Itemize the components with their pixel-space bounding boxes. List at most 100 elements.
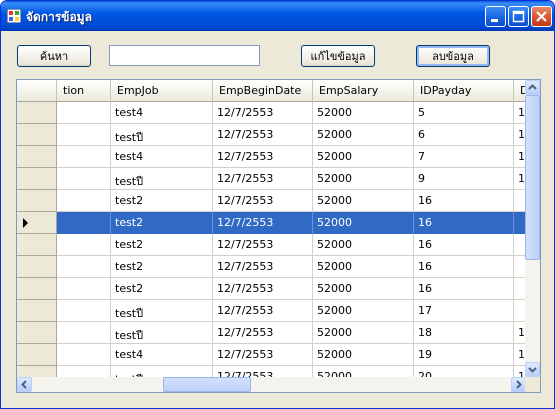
- close-button[interactable]: [531, 6, 552, 27]
- table-row[interactable]: testปี 12/7/2553 52000 6 1: [17, 124, 534, 146]
- table-cell[interactable]: test2: [111, 190, 213, 212]
- row-header[interactable]: [17, 278, 57, 300]
- table-cell[interactable]: 9: [414, 168, 514, 190]
- table-row[interactable]: test2 12/7/2553 52000 16: [17, 278, 534, 300]
- table-cell[interactable]: 18: [414, 322, 514, 344]
- scroll-up-button[interactable]: [525, 80, 540, 95]
- table-cell[interactable]: 16: [414, 278, 514, 300]
- column-header[interactable]: IDPayday: [414, 80, 514, 102]
- table-cell[interactable]: 12/7/2553: [213, 168, 313, 190]
- table-cell[interactable]: 52000: [313, 102, 414, 124]
- table-cell[interactable]: 16: [414, 190, 514, 212]
- scroll-down-button[interactable]: [525, 362, 540, 377]
- table-cell[interactable]: test4: [111, 146, 213, 168]
- table-cell[interactable]: [57, 234, 111, 256]
- table-cell[interactable]: testปี: [111, 322, 213, 344]
- table-cell[interactable]: [57, 278, 111, 300]
- table-cell[interactable]: 52000: [313, 212, 414, 234]
- column-header[interactable]: EmpJob: [111, 80, 213, 102]
- table-cell[interactable]: 52000: [313, 256, 414, 278]
- table-cell[interactable]: test4: [111, 102, 213, 124]
- table-row[interactable]: test2 12/7/2553 52000 16: [17, 212, 534, 234]
- table-cell[interactable]: 12/7/2553: [213, 212, 313, 234]
- column-header[interactable]: EmpSalary: [313, 80, 414, 102]
- table-cell[interactable]: 52000: [313, 168, 414, 190]
- table-row[interactable]: testปี 12/7/2553 52000 9 1: [17, 168, 534, 190]
- table-cell[interactable]: 52000: [313, 322, 414, 344]
- table-row[interactable]: test2 12/7/2553 52000 16: [17, 234, 534, 256]
- edit-button[interactable]: แก้ไขข้อมูล: [301, 45, 375, 67]
- table-cell[interactable]: 52000: [313, 146, 414, 168]
- table-cell[interactable]: 12/7/2553: [213, 300, 313, 322]
- column-header[interactable]: EmpBeginDate: [213, 80, 313, 102]
- minimize-button[interactable]: [485, 6, 506, 27]
- table-cell[interactable]: 52000: [313, 300, 414, 322]
- table-cell[interactable]: 16: [414, 234, 514, 256]
- table-cell[interactable]: test4: [111, 344, 213, 366]
- row-header[interactable]: [17, 190, 57, 212]
- table-cell[interactable]: test2: [111, 278, 213, 300]
- table-cell[interactable]: 16: [414, 212, 514, 234]
- search-input[interactable]: [109, 45, 260, 66]
- table-cell[interactable]: 12/7/2553: [213, 102, 313, 124]
- table-cell[interactable]: 16: [414, 256, 514, 278]
- table-cell[interactable]: [57, 300, 111, 322]
- table-cell[interactable]: 12/7/2553: [213, 234, 313, 256]
- maximize-button[interactable]: [508, 6, 529, 27]
- vertical-scroll-thumb[interactable]: [525, 95, 540, 260]
- row-header[interactable]: [17, 168, 57, 190]
- table-cell[interactable]: 5: [414, 102, 514, 124]
- table-cell[interactable]: [57, 190, 111, 212]
- table-cell[interactable]: 12/7/2553: [213, 190, 313, 212]
- table-cell[interactable]: [57, 322, 111, 344]
- column-header[interactable]: tion: [57, 80, 111, 102]
- table-cell[interactable]: [57, 146, 111, 168]
- table-cell[interactable]: [57, 168, 111, 190]
- table-cell[interactable]: [57, 102, 111, 124]
- table-cell[interactable]: 52000: [313, 278, 414, 300]
- search-button[interactable]: ค้นหา: [17, 45, 91, 67]
- table-cell[interactable]: 52000: [313, 124, 414, 146]
- row-header[interactable]: [17, 322, 57, 344]
- row-header[interactable]: [17, 124, 57, 146]
- data-grid[interactable]: tionEmpJobEmpBeginDateEmpSalaryIDPaydayD…: [16, 79, 541, 393]
- row-header[interactable]: [17, 212, 57, 234]
- scroll-left-button[interactable]: [17, 377, 32, 392]
- title-bar[interactable]: จัดการข้อมูล: [1, 1, 554, 31]
- table-cell[interactable]: 17: [414, 300, 514, 322]
- table-cell[interactable]: [57, 124, 111, 146]
- table-cell[interactable]: test2: [111, 212, 213, 234]
- table-cell[interactable]: 7: [414, 146, 514, 168]
- row-header[interactable]: [17, 256, 57, 278]
- table-cell[interactable]: 12/7/2553: [213, 278, 313, 300]
- table-cell[interactable]: test2: [111, 234, 213, 256]
- table-cell[interactable]: 12/7/2553: [213, 124, 313, 146]
- table-row[interactable]: test4 12/7/2553 52000 19 1: [17, 344, 534, 366]
- table-row[interactable]: testปี 12/7/2553 52000 18 1: [17, 322, 534, 344]
- table-cell[interactable]: 52000: [313, 234, 414, 256]
- table-cell[interactable]: 12/7/2553: [213, 322, 313, 344]
- row-header[interactable]: [17, 146, 57, 168]
- table-row[interactable]: test4 12/7/2553 52000 5 1: [17, 102, 534, 124]
- horizontal-scrollbar[interactable]: [17, 377, 526, 392]
- horizontal-scroll-thumb[interactable]: [163, 377, 251, 392]
- table-cell[interactable]: testปี: [111, 300, 213, 322]
- table-cell[interactable]: 19: [414, 344, 514, 366]
- table-cell[interactable]: 52000: [313, 190, 414, 212]
- scroll-right-button[interactable]: [511, 377, 526, 392]
- table-cell[interactable]: 12/7/2553: [213, 146, 313, 168]
- row-header-corner[interactable]: [17, 80, 57, 102]
- table-row[interactable]: test4 12/7/2553 52000 7 1: [17, 146, 534, 168]
- delete-button[interactable]: ลบข้อมูล: [416, 45, 490, 67]
- table-cell[interactable]: 12/7/2553: [213, 344, 313, 366]
- table-cell[interactable]: [57, 212, 111, 234]
- row-header[interactable]: [17, 234, 57, 256]
- table-cell[interactable]: testปี: [111, 124, 213, 146]
- table-cell[interactable]: 12/7/2553: [213, 256, 313, 278]
- table-row[interactable]: test2 12/7/2553 52000 16: [17, 190, 534, 212]
- table-cell[interactable]: 52000: [313, 344, 414, 366]
- vertical-scrollbar[interactable]: [525, 80, 540, 377]
- table-cell[interactable]: test2: [111, 256, 213, 278]
- table-cell[interactable]: testปี: [111, 168, 213, 190]
- row-header[interactable]: [17, 300, 57, 322]
